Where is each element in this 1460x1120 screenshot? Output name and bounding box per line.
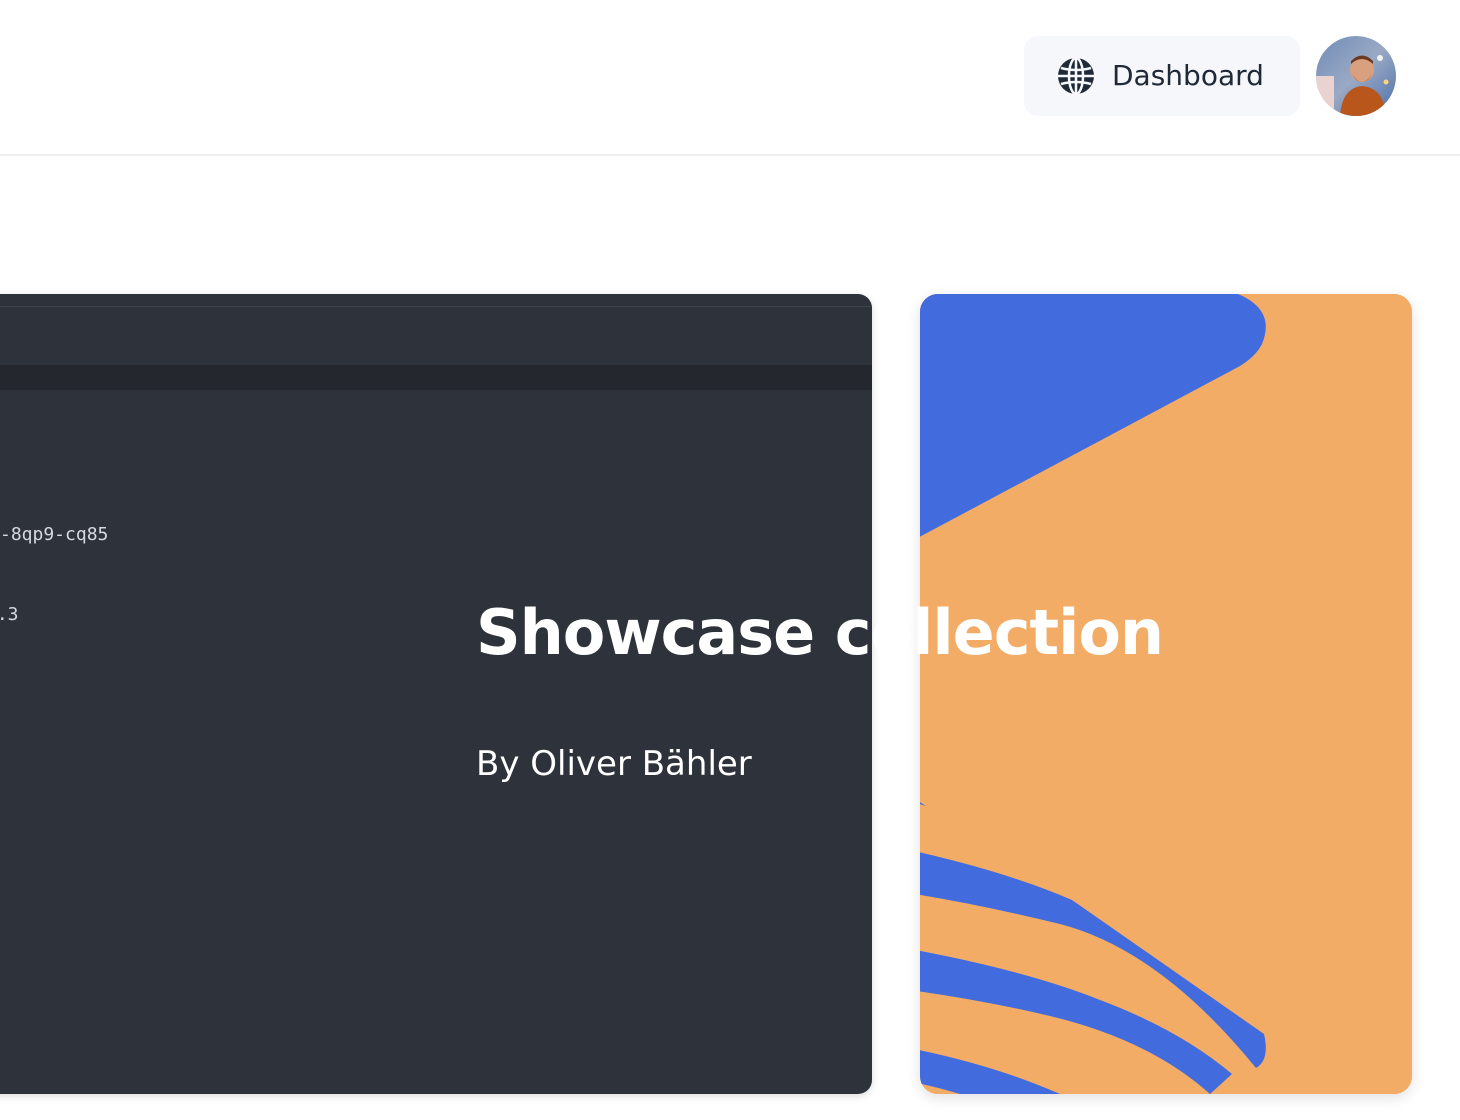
dashboard-label: Dashboard	[1112, 59, 1264, 92]
user-avatar[interactable]	[1316, 36, 1396, 116]
upload-artwork	[920, 294, 1269, 1094]
showcase-author: By Oliver Bähler	[476, 744, 752, 784]
avatar-photo	[1316, 36, 1396, 116]
code-toolbar-strip	[0, 365, 872, 390]
showcase-collection-card[interactable]	[920, 294, 1412, 1094]
showcase-title: Showcase collection	[476, 596, 1164, 669]
globe-icon	[1058, 56, 1094, 96]
code-line: 0.3	[0, 604, 19, 625]
top-navigation-bar: Dashboard	[0, 0, 1460, 156]
code-tab-bar	[0, 306, 872, 366]
code-preview-card[interactable]: -8qp9-cq85 0.3	[0, 294, 872, 1094]
dashboard-button[interactable]: Dashboard	[1024, 36, 1300, 116]
code-line: -8qp9-cq85	[0, 524, 109, 545]
